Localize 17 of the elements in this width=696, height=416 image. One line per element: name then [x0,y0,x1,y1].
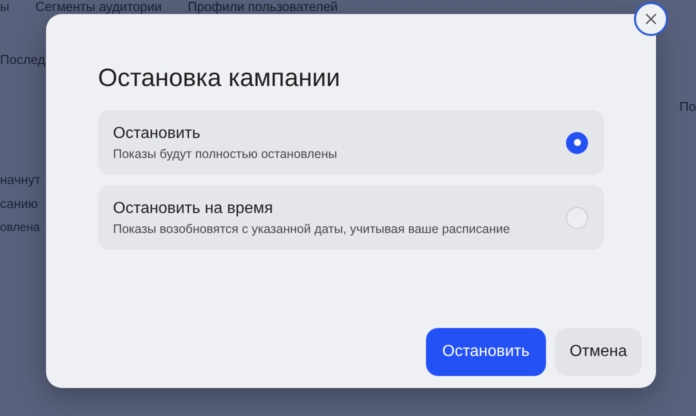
background-text: По [679,98,696,116]
option-description: Показы возобновятся с указанной даты, учитывая ваше расписание [113,220,510,238]
option-label: Остановить на время [113,198,274,218]
radio-option[interactable]: Остановить Показы будут полностью остановлены [98,110,604,175]
background-text: Послед [0,51,46,69]
confirm-button[interactable]: Остановить [426,328,546,376]
cancel-button[interactable]: Отмена [554,328,642,376]
background-text: овлена [0,219,40,236]
option-label: Остановить [113,124,202,144]
background-text: санию [0,195,38,213]
radio-button[interactable] [566,132,588,154]
radio-button[interactable] [566,206,588,228]
radio-option[interactable]: Остановить на время Показы возобновятся с указанной даты, учитывая ваше расписание [98,185,604,250]
dialog-title: Остановка кампании [98,63,342,94]
background-text: начнут [0,171,41,189]
close-button[interactable] [634,2,668,36]
option-description: Показы будут полностью остановлены [113,146,338,162]
